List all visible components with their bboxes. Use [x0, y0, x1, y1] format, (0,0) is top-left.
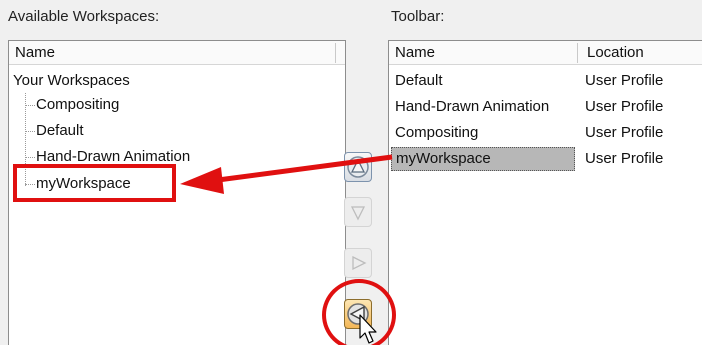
- row-name: Compositing: [395, 124, 479, 141]
- row-name: myWorkspace: [391, 147, 575, 171]
- column-separator[interactable]: [577, 43, 578, 63]
- tree-root-your-workspaces[interactable]: Your Workspaces: [13, 69, 130, 93]
- name-column-header[interactable]: Name: [389, 41, 435, 65]
- row-name: Default: [395, 72, 443, 89]
- toolbar-label: Toolbar:: [391, 8, 445, 25]
- toolbar-workspaces-table[interactable]: Name Location Default User Profile Hand-…: [388, 40, 702, 345]
- add-to-toolbar-icon: [352, 255, 367, 271]
- available-workspaces-label: Available Workspaces:: [8, 8, 160, 25]
- tree-connector-line: [25, 131, 35, 132]
- toolbar-column-header[interactable]: Name Location: [389, 41, 702, 65]
- move-up-icon: [347, 156, 369, 178]
- tree-item-default[interactable]: Default: [36, 119, 84, 143]
- tree-item-compositing[interactable]: Compositing: [36, 93, 119, 117]
- move-down-button[interactable]: [344, 197, 372, 227]
- annotation-highlight-circle: [322, 279, 396, 345]
- table-row[interactable]: Hand-Drawn Animation User Profile: [389, 94, 702, 120]
- move-up-button[interactable]: [344, 152, 372, 182]
- row-name: Hand-Drawn Animation: [395, 98, 550, 115]
- row-location: User Profile: [585, 98, 664, 115]
- tree-connector-line: [25, 105, 35, 106]
- column-separator[interactable]: [335, 43, 336, 63]
- location-column-header[interactable]: Location: [581, 41, 644, 65]
- name-column-header[interactable]: Name: [9, 41, 55, 65]
- add-to-toolbar-button[interactable]: [344, 248, 372, 278]
- row-location: User Profile: [585, 72, 664, 89]
- annotation-highlight-box: [13, 164, 176, 202]
- row-location: User Profile: [585, 124, 664, 141]
- table-row-selected[interactable]: myWorkspace User Profile: [389, 146, 702, 172]
- available-column-header[interactable]: Name: [9, 41, 345, 65]
- row-location: User Profile: [585, 150, 664, 167]
- table-row[interactable]: Default User Profile: [389, 68, 702, 94]
- tree-connector-line: [25, 157, 35, 158]
- move-down-icon: [350, 206, 366, 221]
- table-row[interactable]: Compositing User Profile: [389, 120, 702, 146]
